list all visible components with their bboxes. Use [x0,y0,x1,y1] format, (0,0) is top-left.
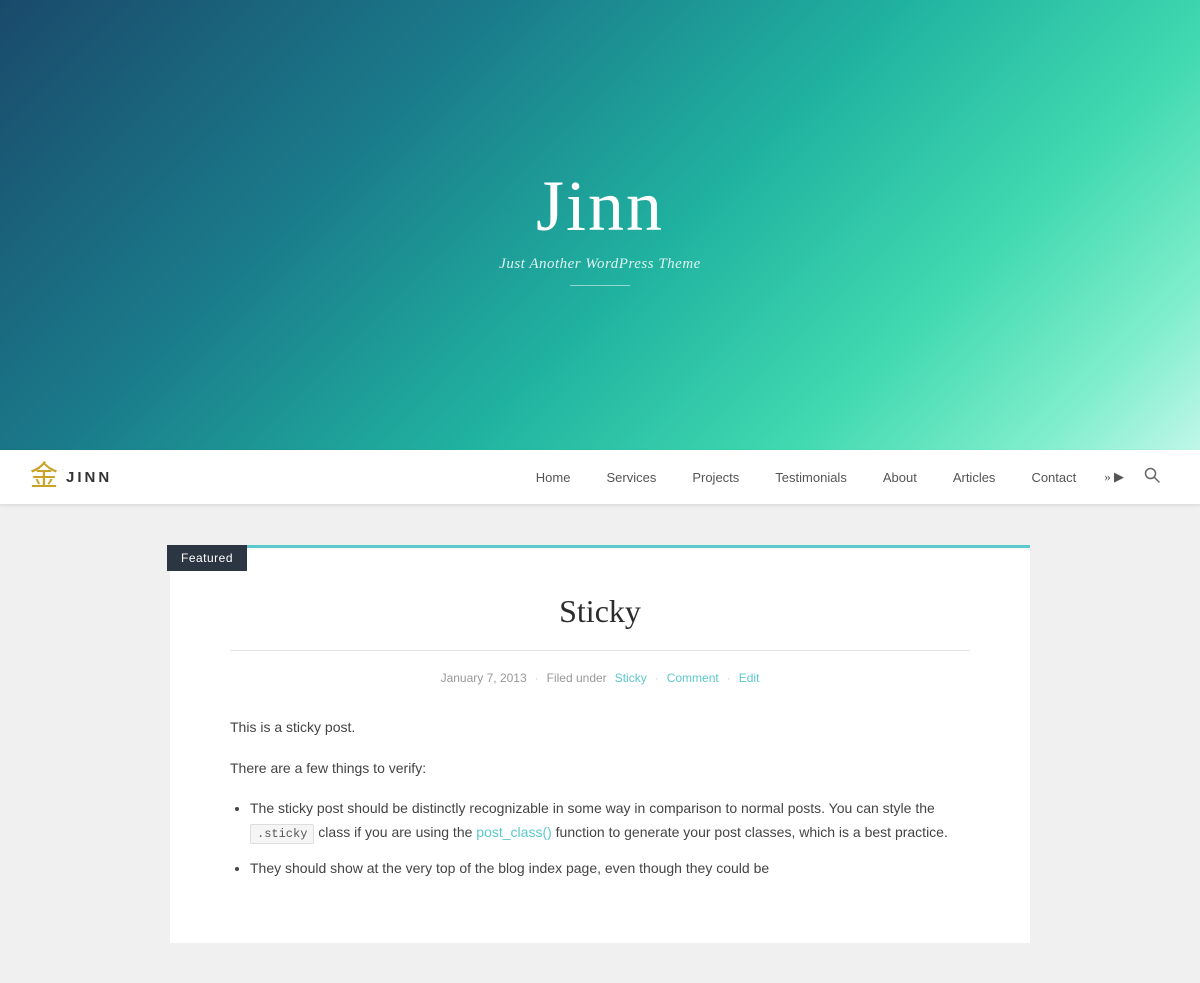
nav-item-about[interactable]: About [865,450,935,505]
bullet-1-middle: class if you are using the [314,824,476,840]
nav-link-services[interactable]: Services [588,450,674,505]
navbar: 金 JINN Home Services Projects Testimonia… [0,450,1200,505]
nav-menu: Home Services Projects Testimonials Abou… [518,450,1094,505]
featured-badge: Featured [167,545,247,571]
post-body: This is a sticky post. There are a few t… [170,700,1030,913]
search-icon [1144,467,1160,483]
post-comment-link[interactable]: Comment [667,671,719,685]
more-chevron-icon: » ▶ [1104,469,1124,485]
brand-logo-icon: 金 [30,463,58,491]
nav-item-home[interactable]: Home [518,450,589,505]
hero-divider [570,285,630,286]
post-intro: This is a sticky post. [230,715,970,740]
bullet-2: They should show at the very top of the … [250,857,970,881]
brand-link[interactable]: 金 JINN [30,463,112,491]
filed-under-label: Filed under [547,671,607,685]
post-title: Sticky [170,548,1030,650]
nav-item-articles[interactable]: Articles [935,450,1014,505]
bullet-1-after: function to generate your post classes, … [552,824,948,840]
search-button[interactable] [1134,467,1170,488]
brand-name: JINN [66,469,112,486]
nav-link-articles[interactable]: Articles [935,450,1014,505]
bullet-1-before: The sticky post should be distinctly rec… [250,800,935,816]
site-subtitle: Just Another WordPress Theme [499,256,701,273]
nav-link-contact[interactable]: Contact [1013,450,1094,505]
post-meta: January 7, 2013 · Filed under Sticky · C… [170,666,1030,700]
nav-item-projects[interactable]: Projects [674,450,757,505]
more-nav-button[interactable]: » ▶ [1094,469,1134,485]
post-verify-text: There are a few things to verify: [230,756,970,781]
nav-item-services[interactable]: Services [588,450,674,505]
meta-dot-3: · [727,671,731,685]
post-bullets: The sticky post should be distinctly rec… [250,797,970,880]
post-category-link[interactable]: Sticky [615,671,647,685]
nav-link-projects[interactable]: Projects [674,450,757,505]
post-card: Featured Sticky January 7, 2013 · Filed … [170,545,1030,943]
bullet-1: The sticky post should be distinctly rec… [250,797,970,845]
code-sticky: .sticky [250,824,314,844]
nav-item-testimonials[interactable]: Testimonials [757,450,865,505]
meta-dot-2: · [655,671,659,685]
post-meta-divider [230,650,970,651]
nav-link-testimonials[interactable]: Testimonials [757,450,865,505]
main-content: Featured Sticky January 7, 2013 · Filed … [150,545,1050,943]
nav-link-about[interactable]: About [865,450,935,505]
post-class-link[interactable]: post_class() [476,824,551,840]
meta-dot-1: · [535,671,539,685]
post-date: January 7, 2013 [441,671,527,685]
bullet-2-text: They should show at the very top of the … [250,860,769,876]
post-edit-link[interactable]: Edit [739,671,760,685]
site-title: Jinn [536,165,664,248]
nav-item-contact[interactable]: Contact [1013,450,1094,505]
nav-link-home[interactable]: Home [518,450,589,505]
hero-section: Jinn Just Another WordPress Theme [0,0,1200,450]
